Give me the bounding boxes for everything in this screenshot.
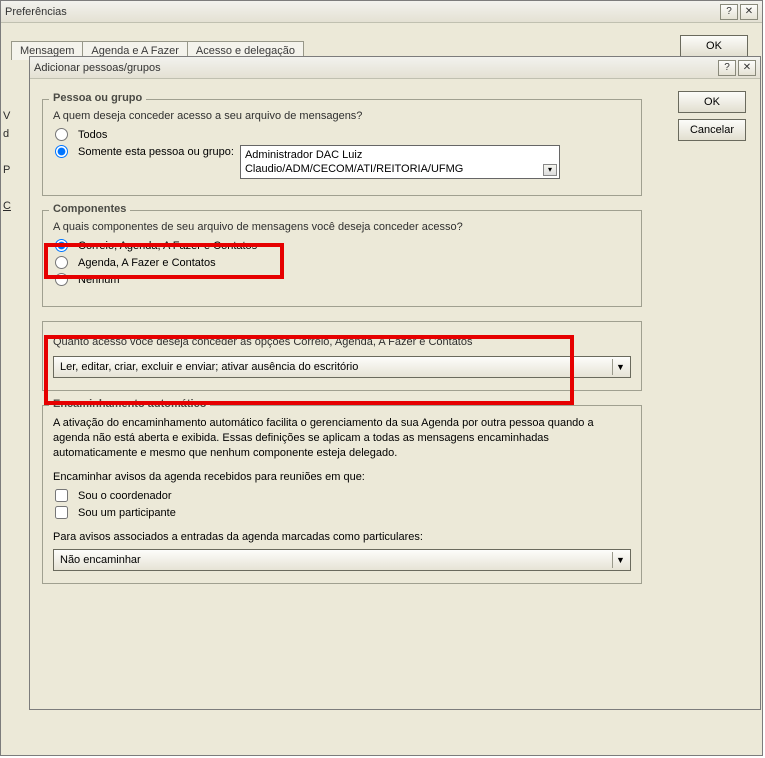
comp-question: A quais componentes de seu arquivo de me… bbox=[53, 221, 631, 233]
label-participante: Sou um participante bbox=[78, 507, 176, 519]
radio-somente[interactable] bbox=[55, 145, 68, 158]
preferences-titlebar: Preferências ? ✕ bbox=[1, 1, 762, 23]
radio-comp-agenda[interactable] bbox=[55, 256, 68, 269]
dialog-ok-button[interactable]: OK bbox=[678, 91, 746, 113]
label-somente: Somente esta pessoa ou grupo: bbox=[78, 145, 234, 158]
enc-description: A ativação do encaminhamento automático … bbox=[53, 416, 631, 461]
obscured-text: V d P C bbox=[3, 107, 11, 215]
dialog-close-icon[interactable]: ✕ bbox=[738, 60, 756, 76]
person-dropdown-icon[interactable]: ▾ bbox=[543, 164, 557, 176]
legend-componentes: Componentes bbox=[49, 203, 130, 215]
label-comp-none: Nenhum bbox=[78, 274, 120, 286]
access-question: Quanto acesso você deseja conceder às op… bbox=[53, 336, 631, 348]
dialog-help-icon[interactable]: ? bbox=[718, 60, 736, 76]
help-icon[interactable]: ? bbox=[720, 4, 738, 20]
label-todos: Todos bbox=[78, 129, 107, 141]
access-combo[interactable]: Ler, editar, criar, excluir e enviar; at… bbox=[53, 356, 631, 378]
fieldset-pessoa: Pessoa ou grupo A quem deseja conceder a… bbox=[42, 99, 642, 196]
chevron-down-icon: ▼ bbox=[612, 552, 628, 568]
person-input[interactable]: Administrador DAC Luiz Claudio/ADM/CECOM… bbox=[240, 145, 560, 179]
dialog-titlebar: Adicionar pessoas/grupos ? ✕ bbox=[30, 57, 760, 79]
fieldset-componentes: Componentes A quais componentes de seu a… bbox=[42, 210, 642, 307]
dialog-title: Adicionar pessoas/grupos bbox=[34, 62, 716, 74]
particular-value: Não encaminhar bbox=[60, 554, 141, 566]
preferences-title: Preferências bbox=[5, 6, 718, 18]
radio-todos[interactable] bbox=[55, 128, 68, 141]
fieldset-encaminhamento: Encaminhamento automático A ativação do … bbox=[42, 405, 642, 584]
radio-comp-all[interactable] bbox=[55, 239, 68, 252]
particular-combo[interactable]: Não encaminhar ▼ bbox=[53, 549, 631, 571]
chevron-down-icon: ▼ bbox=[612, 359, 628, 375]
enc-particular-label: Para avisos associados a entradas da age… bbox=[53, 531, 631, 543]
person-value: Administrador DAC Luiz Claudio/ADM/CECOM… bbox=[245, 148, 555, 176]
dialog-cancel-button[interactable]: Cancelar bbox=[678, 119, 746, 141]
pref-ok-button[interactable]: OK bbox=[680, 35, 748, 57]
checkbox-participante[interactable] bbox=[55, 506, 68, 519]
legend-pessoa: Pessoa ou grupo bbox=[49, 92, 146, 104]
label-comp-all: Correio, Agenda, A Fazer e Contatos bbox=[78, 240, 257, 252]
pessoa-question: A quem deseja conceder acesso a seu arqu… bbox=[53, 110, 631, 122]
legend-encaminhamento: Encaminhamento automático bbox=[49, 398, 210, 410]
close-icon[interactable]: ✕ bbox=[740, 4, 758, 20]
radio-comp-none[interactable] bbox=[55, 273, 68, 286]
access-value: Ler, editar, criar, excluir e enviar; at… bbox=[60, 361, 358, 373]
label-comp-agenda: Agenda, A Fazer e Contatos bbox=[78, 257, 216, 269]
add-people-dialog: Adicionar pessoas/grupos ? ✕ OK Cancelar… bbox=[29, 56, 761, 710]
label-coordenador: Sou o coordenador bbox=[78, 490, 172, 502]
fieldset-access: Quanto acesso você deseja conceder às op… bbox=[42, 321, 642, 391]
checkbox-coordenador[interactable] bbox=[55, 489, 68, 502]
enc-forward-label: Encaminhar avisos da agenda recebidos pa… bbox=[53, 471, 631, 483]
